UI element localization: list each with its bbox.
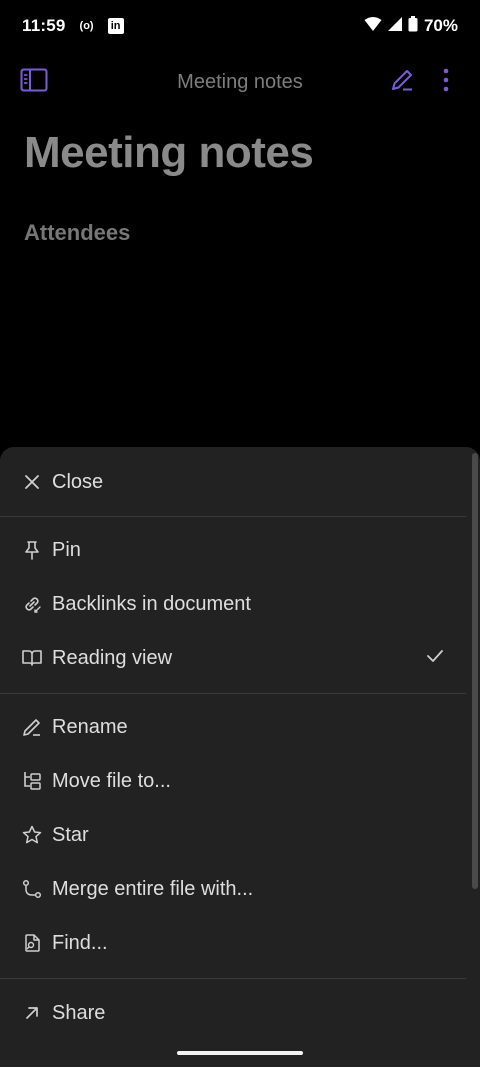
merge-icon (22, 879, 42, 899)
edit-button[interactable] (386, 66, 418, 98)
menu-label-rename: Rename (52, 715, 128, 738)
book-open-icon (22, 648, 42, 668)
divider (0, 978, 466, 979)
signal-icon (387, 16, 402, 36)
pencil-icon (22, 717, 42, 737)
divider (0, 516, 466, 517)
menu-label-find: Find... (52, 931, 108, 954)
file-search-icon (22, 933, 42, 953)
sheet-scrollbar[interactable] (472, 453, 478, 889)
linkedin-icon: in (107, 18, 124, 34)
note-title: Meeting notes (24, 128, 314, 177)
sidebar-toggle-button[interactable] (18, 66, 50, 98)
battery-icon (408, 15, 418, 37)
menu-item-star[interactable]: Star (0, 808, 466, 862)
menu-label-move-file: Move file to... (52, 769, 171, 792)
pencil-icon (389, 67, 415, 98)
check-icon (426, 648, 444, 669)
menu-item-reading-view[interactable]: Reading view (0, 631, 466, 685)
folder-tree-icon (22, 771, 42, 791)
menu-label-share: Share (52, 1001, 106, 1024)
app-header: Meeting notes (0, 52, 480, 112)
menu-item-rename[interactable]: Rename (0, 700, 466, 754)
menu-label-close: Close (52, 470, 104, 493)
status-bar: 11:59 (o) in 70% (0, 0, 480, 52)
menu-label-backlinks: Backlinks in document (52, 592, 251, 615)
divider (0, 693, 466, 694)
menu-item-move-file[interactable]: Move file to... (0, 754, 466, 808)
status-time: 11:59 (22, 16, 66, 35)
more-vertical-icon (443, 68, 449, 97)
wifi-icon (364, 16, 382, 37)
menu-label-pin: Pin (52, 538, 81, 561)
menu-item-merge[interactable]: Merge entire file with... (0, 862, 466, 916)
battery-percentage: 70% (423, 16, 458, 35)
hotspot-icon: (o) (79, 20, 94, 32)
home-indicator[interactable] (177, 1051, 303, 1055)
pin-icon (22, 540, 42, 560)
menu-item-find[interactable]: Find... (0, 916, 466, 970)
menu-item-close[interactable]: Close (0, 455, 466, 509)
close-icon (22, 472, 42, 492)
note-heading: Attendees (24, 220, 131, 245)
menu-item-share[interactable]: Share (0, 986, 466, 1040)
menu-item-backlinks[interactable]: Backlinks in document (0, 577, 466, 631)
sidebar-icon (20, 68, 48, 97)
more-options-button[interactable] (430, 66, 462, 98)
menu-label-star: Star (52, 823, 89, 846)
menu-label-reading-view: Reading view (52, 646, 173, 669)
file-options-sheet: Close Pin Backlinks in document Reading … (0, 447, 480, 1067)
arrow-up-right-icon (22, 1003, 42, 1023)
menu-label-merge: Merge entire file with... (52, 877, 254, 900)
backlinks-icon (22, 594, 42, 614)
star-icon (22, 825, 42, 845)
menu-item-pin[interactable]: Pin (0, 523, 466, 577)
